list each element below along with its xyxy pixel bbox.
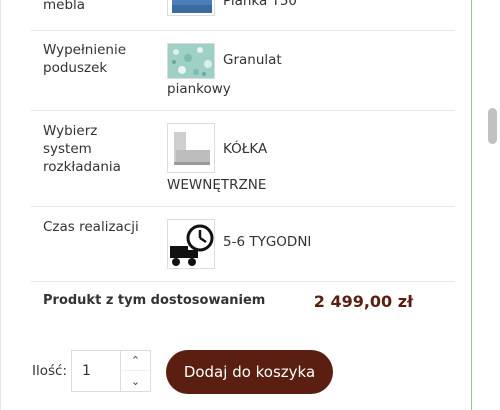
chevron-up-icon: ⌃: [130, 354, 141, 367]
quantity-input[interactable]: 1: [82, 363, 91, 379]
product-options-panel: mebla Pianka T50 Wypełnienie poduszek Gr…: [0, 0, 472, 410]
option-label: Czas realizacji: [43, 219, 139, 235]
option-value: 5-6 TYGODNI: [223, 234, 312, 250]
sofa-mechanism-thumbnail[interactable]: [167, 123, 215, 173]
option-row-delivery-time: Czas realizacji 5-6 TYGODNI: [31, 207, 455, 282]
customized-product-label: Produkt z tym dostosowaniem: [43, 293, 266, 308]
option-label: Wybierz system rozkładania: [43, 123, 121, 175]
scrollbar-thumb[interactable]: [488, 108, 497, 144]
foam-block-icon: [172, 0, 212, 13]
customized-product-price: 2 499,00 zł: [313, 292, 413, 311]
option-value: KÓŁKA: [223, 141, 268, 157]
chevron-down-icon: ⌄: [130, 374, 141, 388]
scrollbar-track[interactable]: [484, 0, 500, 410]
option-value: Pianka T50: [223, 0, 297, 9]
granulate-thumbnail[interactable]: [167, 43, 215, 79]
add-to-cart-button[interactable]: Dodaj do koszyka: [166, 350, 333, 394]
option-label: mebla: [43, 0, 86, 13]
quantity-stepper[interactable]: 1 ⌃ ⌄: [71, 350, 151, 392]
quantity-label: Ilość:: [32, 363, 67, 379]
delivery-thumbnail[interactable]: [167, 219, 215, 269]
option-row-folding-system: Wybierz system rozkładania KÓŁKA WEWNĘTR…: [31, 111, 455, 207]
option-value: Granulat: [223, 52, 282, 68]
option-label: Wypełnienie poduszek: [43, 42, 127, 76]
option-value-cont: piankowy: [167, 81, 231, 97]
granulate-icon: [168, 44, 214, 78]
option-value-cont: WEWNĘTRZNE: [167, 177, 267, 193]
increment-button[interactable]: ⌃: [120, 351, 150, 371]
sofa-icon: [174, 132, 210, 165]
delivery-truck-clock-icon: [170, 224, 214, 266]
option-row-material: mebla Pianka T50: [31, 0, 455, 31]
decrement-button[interactable]: ⌄: [120, 371, 150, 391]
foam-thumbnail[interactable]: [167, 0, 215, 16]
option-row-filling: Wypełnienie poduszek Granulat piankowy: [31, 31, 455, 111]
